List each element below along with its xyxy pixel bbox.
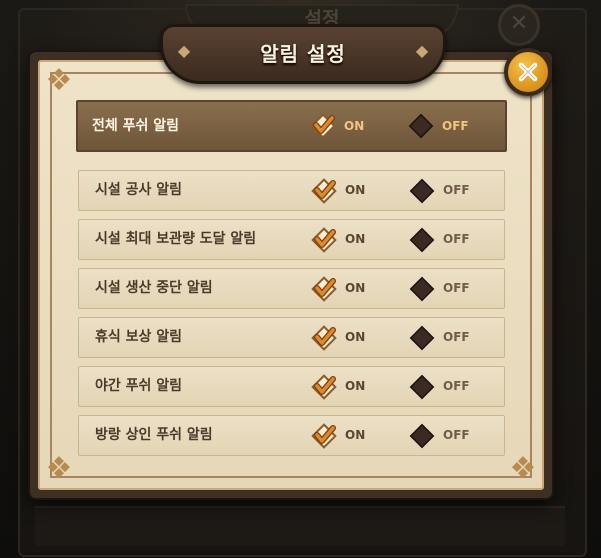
diamond-icon [409, 227, 435, 253]
checked-diamond-icon [310, 113, 336, 139]
corner-ornament-icon: ❖ [509, 451, 537, 486]
row-label: 방랑 상인 푸쉬 알림 [95, 427, 213, 443]
diamond-icon [409, 325, 435, 351]
notification-row: 방랑 상인 푸쉬 알림 ON OFF [78, 415, 505, 456]
row-label: 시설 생산 중단 알림 [95, 280, 213, 296]
on-toggle[interactable]: ON [311, 367, 381, 406]
corner-ornament-icon: ❖ [45, 63, 73, 98]
on-toggle[interactable]: ON [311, 269, 381, 308]
off-toggle[interactable]: OFF [409, 318, 479, 357]
master-on-toggle[interactable]: ON [310, 102, 380, 150]
dialog-title-banner: ◆ 알림 설정 ◆ [160, 24, 446, 84]
diamond-icon [409, 276, 435, 302]
diamond-icon [409, 178, 435, 204]
notification-row: 야간 푸쉬 알림 ON OFF [78, 366, 505, 407]
checked-diamond-icon [311, 373, 337, 400]
off-toggle[interactable]: OFF [409, 416, 479, 455]
notification-row: 시설 공사 알림 ON OFF [78, 170, 505, 211]
checked-diamond-icon [311, 226, 337, 253]
row-label: 시설 공사 알림 [95, 182, 183, 198]
off-toggle[interactable]: OFF [409, 269, 479, 308]
banner-ornament-icon: ◆ [415, 41, 429, 60]
on-label: ON [344, 119, 365, 133]
off-label: OFF [442, 119, 469, 133]
row-label: 전체 푸쉬 알림 [92, 118, 180, 134]
notification-row: 휴식 보상 알림 ON OFF [78, 317, 505, 358]
on-label: ON [345, 428, 366, 442]
off-toggle[interactable]: OFF [409, 171, 479, 210]
background-bottom-strip [35, 506, 565, 546]
checked-diamond-icon [311, 422, 337, 449]
corner-ornament-icon: ❖ [45, 451, 73, 486]
diamond-icon [408, 113, 434, 139]
master-off-toggle[interactable]: OFF [408, 102, 478, 150]
checked-diamond-icon [311, 324, 337, 351]
on-toggle[interactable]: ON [311, 416, 381, 455]
on-label: ON [345, 379, 366, 393]
off-label: OFF [443, 183, 470, 197]
master-push-row: 전체 푸쉬 알림 ON OFF [76, 100, 507, 152]
close-x-icon [518, 62, 538, 82]
checked-diamond-icon [311, 275, 337, 302]
on-label: ON [345, 232, 366, 246]
checked-diamond-icon [311, 177, 337, 204]
notification-row: 시설 최대 보관량 도달 알림 ON OFF [78, 219, 505, 260]
diamond-icon [409, 374, 435, 400]
off-label: OFF [443, 330, 470, 344]
off-label: OFF [443, 379, 470, 393]
off-toggle[interactable]: OFF [409, 367, 479, 406]
on-toggle[interactable]: ON [311, 171, 381, 210]
on-label: ON [345, 183, 366, 197]
off-label: OFF [443, 428, 470, 442]
diamond-icon [409, 423, 435, 449]
on-label: ON [345, 330, 366, 344]
off-label: OFF [443, 281, 470, 295]
on-toggle[interactable]: ON [311, 318, 381, 357]
off-label: OFF [443, 232, 470, 246]
dialog-title: 알림 설정 [260, 42, 346, 66]
off-toggle[interactable]: OFF [409, 220, 479, 259]
on-toggle[interactable]: ON [311, 220, 381, 259]
notification-row: 시설 생산 중단 알림 ON OFF [78, 268, 505, 309]
row-label: 시설 최대 보관량 도달 알림 [95, 231, 257, 247]
row-label: 휴식 보상 알림 [95, 329, 183, 345]
on-label: ON [345, 281, 366, 295]
background-close-button: ✕ [498, 4, 540, 46]
close-button[interactable] [504, 48, 552, 96]
row-label: 야간 푸쉬 알림 [95, 378, 183, 394]
